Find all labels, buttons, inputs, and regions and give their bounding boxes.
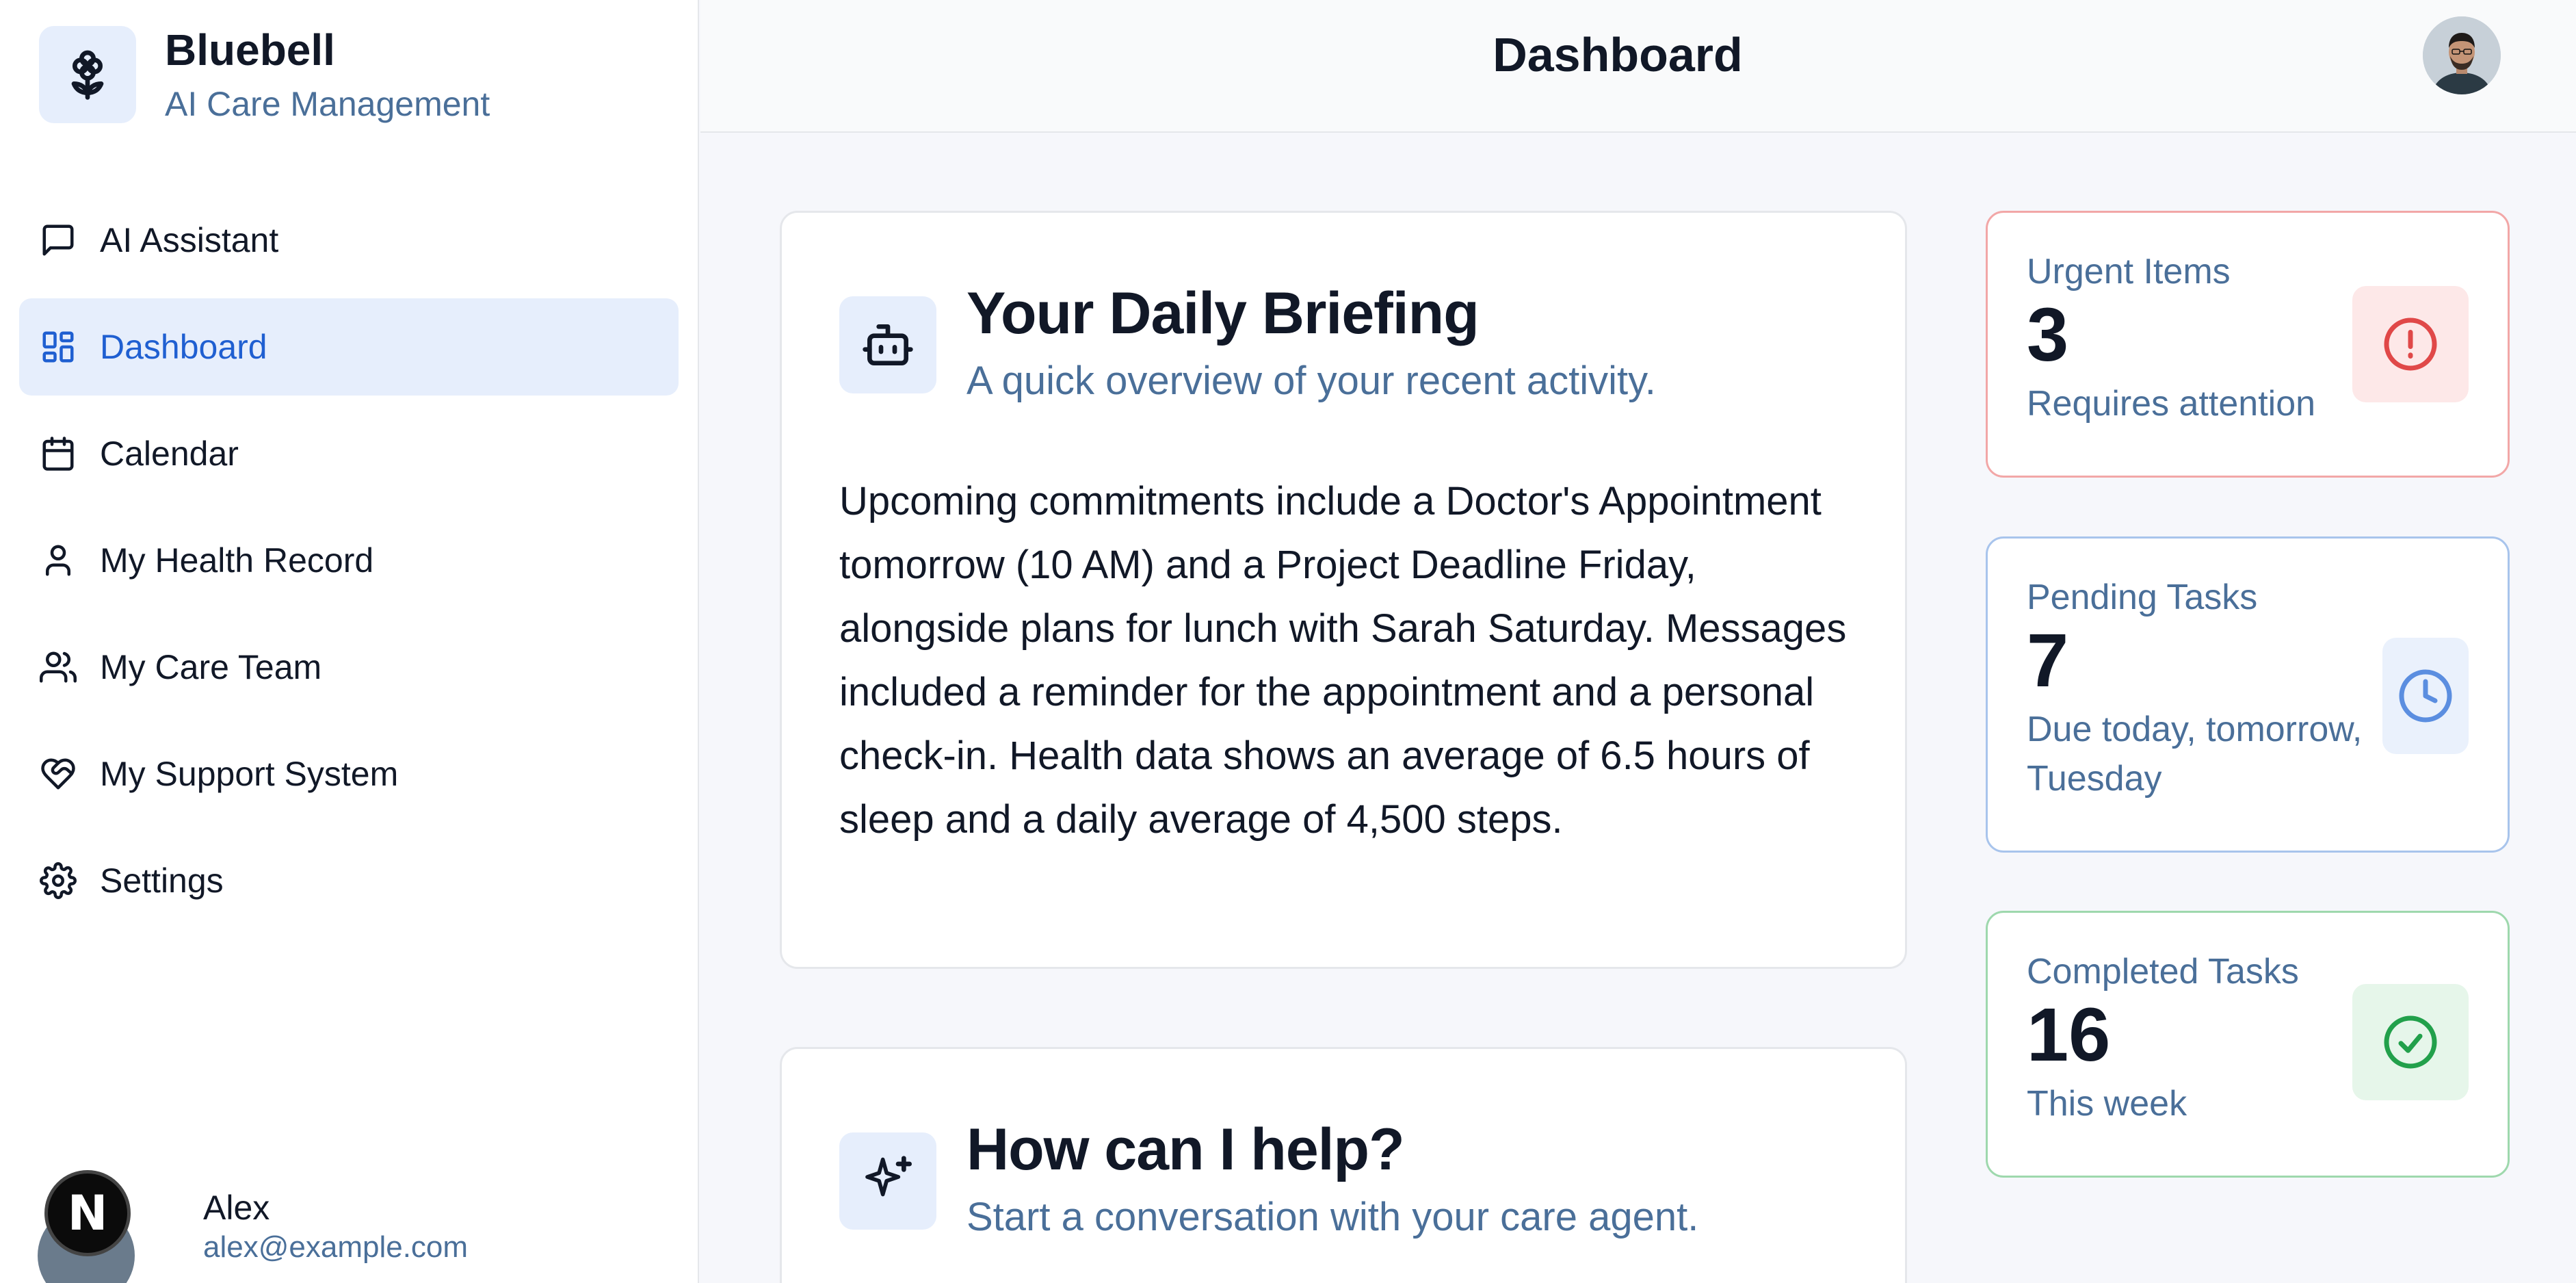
sidebar-item-dashboard[interactable]: Dashboard	[19, 298, 679, 396]
pending-tasks-card[interactable]: Pending Tasks 7 Due today, tomorrow, Tue…	[1986, 536, 2510, 853]
completed-tasks-card[interactable]: Completed Tasks 16 This week	[1986, 911, 2510, 1178]
users-icon	[40, 651, 77, 683]
check-circle-icon	[2352, 984, 2469, 1100]
sidebar-item-label: Settings	[100, 861, 224, 900]
sidebar-item-settings[interactable]: Settings	[19, 832, 679, 929]
brand[interactable]: Bluebell AI Care Management	[39, 26, 490, 123]
stat-label: Pending Tasks	[2027, 578, 2258, 617]
user-name: Alex	[203, 1189, 270, 1227]
top-header: Dashboard	[700, 0, 2576, 133]
sidebar-item-label: My Care Team	[100, 648, 322, 686]
heart-handshake-icon	[41, 758, 75, 790]
sidebar-item-ai-assistant[interactable]: AI Assistant	[19, 192, 679, 289]
brand-name: Bluebell	[165, 25, 335, 75]
page-title: Dashboard	[1493, 28, 1743, 81]
sidebar-item-label: Calendar	[100, 435, 239, 473]
sparkles-icon	[839, 1132, 936, 1230]
avatar: N	[38, 1165, 135, 1283]
calendar-icon	[42, 437, 74, 471]
sidebar: Bluebell AI Care Management AI Assistant…	[0, 0, 699, 1283]
bot-icon	[839, 296, 936, 393]
gear-icon	[40, 862, 77, 899]
briefing-title: Your Daily Briefing	[967, 281, 1480, 346]
sidebar-item-support-system[interactable]: My Support System	[19, 725, 679, 822]
sidebar-item-label: AI Assistant	[100, 221, 279, 259]
sidebar-item-care-team[interactable]: My Care Team	[19, 619, 679, 716]
header-avatar[interactable]	[2423, 16, 2501, 94]
flower-icon	[39, 26, 136, 123]
user-profile[interactable]: N Alex alex@example.com	[38, 1162, 469, 1283]
stat-description: Due today, tomorrow, Tuesday	[2027, 709, 2363, 799]
sidebar-nav: AI Assistant Dashboard Calendar My Healt…	[19, 192, 679, 939]
stat-description: Requires attention	[2027, 383, 2316, 424]
help-card: How can I help? Start a conversation wit…	[780, 1047, 1907, 1283]
sidebar-item-label: My Support System	[100, 755, 399, 793]
briefing-subtitle: A quick overview of your recent activity…	[967, 358, 1656, 403]
n-badge-icon[interactable]: N	[44, 1169, 131, 1256]
layout-grid-icon	[42, 331, 74, 363]
sidebar-item-label: My Health Record	[100, 541, 374, 580]
help-subtitle: Start a conversation with your care agen…	[967, 1194, 1699, 1239]
brand-subtitle: AI Care Management	[165, 84, 490, 123]
help-title: How can I help?	[967, 1117, 1405, 1182]
sidebar-item-label: Dashboard	[100, 328, 267, 366]
alert-circle-icon	[2352, 286, 2469, 402]
sidebar-item-health-record[interactable]: My Health Record	[19, 512, 679, 609]
clock-icon	[2382, 638, 2469, 754]
user-icon	[46, 545, 70, 576]
briefing-text: Upcoming commitments include a Doctor's …	[839, 479, 1847, 842]
daily-briefing-card: Your Daily Briefing A quick overview of …	[780, 211, 1907, 969]
sidebar-item-calendar[interactable]: Calendar	[19, 405, 679, 502]
user-email: alex@example.com	[203, 1230, 469, 1264]
stat-description: This week	[2027, 1083, 2187, 1124]
message-icon	[42, 224, 74, 256]
urgent-items-card[interactable]: Urgent Items 3 Requires attention	[1986, 211, 2510, 478]
